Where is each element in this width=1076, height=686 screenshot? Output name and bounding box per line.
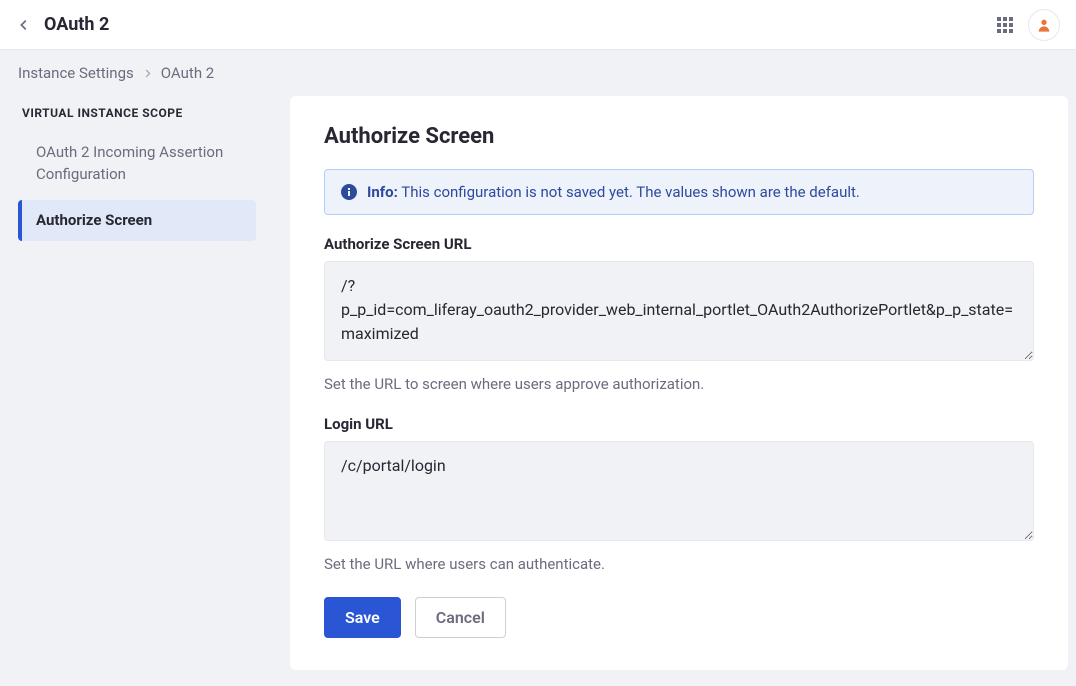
breadcrumb-link-instance-settings[interactable]: Instance Settings xyxy=(18,64,134,82)
settings-panel: Authorize Screen Info: This configuratio… xyxy=(290,96,1068,670)
info-alert: Info: This configuration is not saved ye… xyxy=(324,169,1034,215)
breadcrumb-current: OAuth 2 xyxy=(161,64,214,82)
info-icon xyxy=(341,184,357,200)
authorize-url-help: Set the URL to screen where users approv… xyxy=(324,375,1034,393)
login-url-label: Login URL xyxy=(324,415,1034,433)
save-button[interactable]: Save xyxy=(324,597,401,638)
back-chevron-icon[interactable] xyxy=(16,17,32,33)
alert-prefix: Info: xyxy=(367,183,398,201)
sidebar-item-oauth2-incoming[interactable]: OAuth 2 Incoming Assertion Configuration xyxy=(18,132,256,196)
main-layout: VIRTUAL INSTANCE SCOPE OAuth 2 Incoming … xyxy=(0,96,1076,686)
form-group-authorize-url: Authorize Screen URL /?p_p_id=com_lifera… xyxy=(324,235,1034,393)
alert-text-wrap: Info: This configuration is not saved ye… xyxy=(367,183,860,201)
alert-text: This configuration is not saved yet. The… xyxy=(398,183,860,201)
chevron-right-icon xyxy=(142,68,153,79)
content-area: Instance Settings OAuth 2 VIRTUAL INSTAN… xyxy=(0,50,1076,686)
authorize-url-input[interactable]: /?p_p_id=com_liferay_oauth2_provider_web… xyxy=(324,261,1034,361)
user-avatar[interactable] xyxy=(1028,9,1060,41)
page-title: OAuth 2 xyxy=(44,14,109,35)
topbar-right xyxy=(996,9,1060,41)
topbar: OAuth 2 xyxy=(0,0,1076,50)
sidebar-scope-heading: VIRTUAL INSTANCE SCOPE xyxy=(18,100,256,132)
cancel-button[interactable]: Cancel xyxy=(415,597,506,638)
sidebar: VIRTUAL INSTANCE SCOPE OAuth 2 Incoming … xyxy=(8,96,266,670)
login-url-help: Set the URL where users can authenticate… xyxy=(324,555,1034,573)
panel-heading: Authorize Screen xyxy=(324,124,1034,149)
topbar-left: OAuth 2 xyxy=(16,14,109,35)
sidebar-item-authorize-screen[interactable]: Authorize Screen xyxy=(18,200,256,242)
action-buttons: Save Cancel xyxy=(324,597,1034,638)
breadcrumb: Instance Settings OAuth 2 xyxy=(0,50,1076,96)
authorize-url-label: Authorize Screen URL xyxy=(324,235,1034,253)
form-group-login-url: Login URL /c/portal/login Set the URL wh… xyxy=(324,415,1034,573)
apps-grid-icon[interactable] xyxy=(996,16,1014,34)
login-url-input[interactable]: /c/portal/login xyxy=(324,441,1034,541)
